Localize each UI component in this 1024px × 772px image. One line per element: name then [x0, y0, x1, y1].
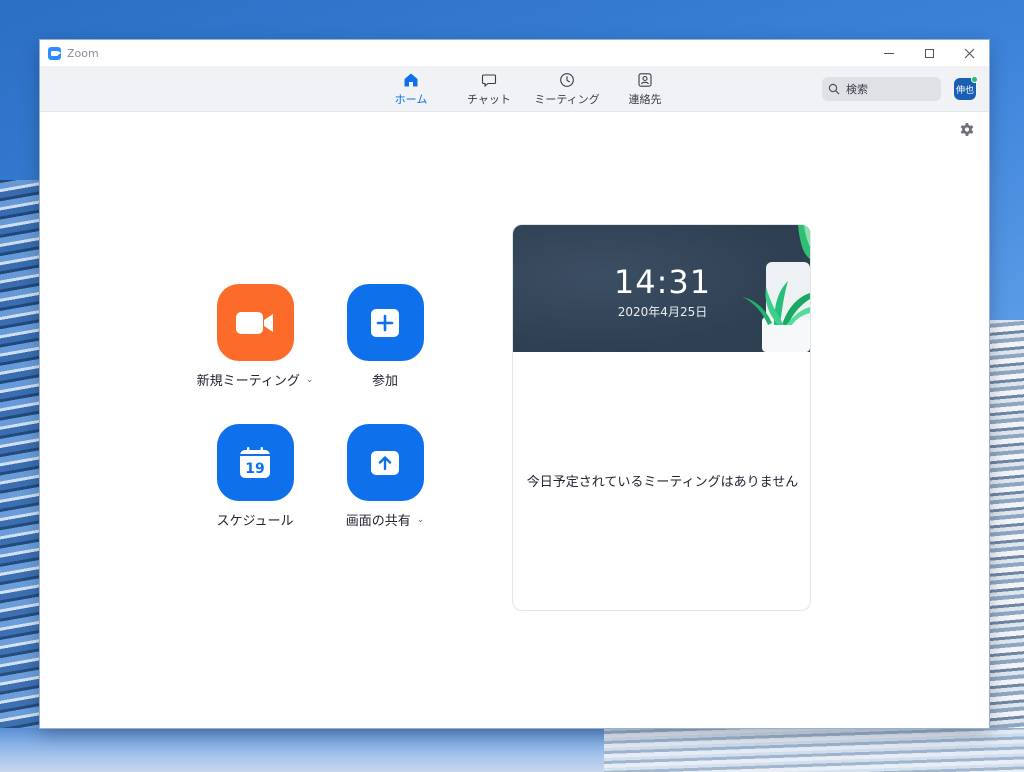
minimize-button[interactable]: [869, 40, 909, 66]
clock-icon: [560, 72, 574, 87]
zoom-window: Zoom ホーム チャット ミーティング 連絡先 検索 伸也 新規ミーティング …: [40, 40, 989, 728]
top-toolbar: ホーム チャット ミーティング 連絡先 検索 伸也: [40, 66, 989, 112]
tab-home-label: ホーム: [394, 92, 428, 106]
chevron-down-icon[interactable]: ⌄: [417, 515, 425, 525]
tab-chat-label: チャット: [467, 92, 511, 106]
search-input[interactable]: [846, 82, 936, 96]
clock-header: 14:31 2020年4月25日: [513, 225, 810, 352]
tab-meetings[interactable]: ミーティング: [528, 66, 606, 112]
title-bar: Zoom: [40, 40, 989, 66]
share-screen-button[interactable]: [346, 424, 424, 501]
share-up-arrow-icon: [371, 450, 399, 475]
plant-illustration-icon: [742, 225, 810, 352]
tab-contacts-label: 連絡先: [628, 92, 662, 106]
home-icon: [404, 73, 418, 86]
new-meeting-label: 新規ミーティング: [196, 374, 300, 389]
avatar-initials: 伸也: [955, 85, 974, 96]
close-icon: [964, 48, 974, 58]
contacts-icon: [638, 72, 652, 87]
join-label: 参加: [371, 374, 398, 389]
upcoming-meetings-card: 14:31 2020年4月25日 今日予定されているミーティングはありません: [512, 224, 811, 611]
desktop-wallpaper-bottom-right: [604, 728, 1024, 772]
schedule-label: スケジュール: [216, 514, 294, 529]
search-icon: [828, 83, 840, 95]
user-avatar[interactable]: 伸也: [954, 76, 978, 100]
new-meeting-button[interactable]: [216, 284, 294, 361]
calendar-icon: 19: [240, 446, 270, 478]
desktop-wallpaper-right: [988, 320, 1024, 772]
online-status-dot: [971, 76, 978, 83]
plus-icon: [371, 308, 399, 337]
share-screen-action[interactable]: 画面の共有 ⌄: [320, 424, 450, 529]
window-title: Zoom: [67, 46, 99, 60]
tab-contacts[interactable]: 連絡先: [606, 66, 684, 112]
tab-meetings-label: ミーティング: [534, 92, 600, 106]
new-meeting-action[interactable]: 新規ミーティング ⌄: [190, 284, 320, 389]
settings-gear-icon[interactable]: [959, 122, 975, 138]
maximize-button[interactable]: [909, 40, 949, 66]
chevron-down-icon[interactable]: ⌄: [306, 375, 314, 385]
tab-home[interactable]: ホーム: [372, 66, 450, 112]
close-button[interactable]: [949, 40, 989, 66]
join-action[interactable]: 参加: [320, 284, 450, 389]
main-nav: ホーム チャット ミーティング 連絡先: [372, 66, 684, 112]
video-camera-icon: [236, 311, 273, 334]
schedule-button[interactable]: 19: [216, 424, 294, 501]
tab-chat[interactable]: チャット: [450, 66, 528, 112]
no-meetings-message: 今日予定されているミーティングはありません: [526, 475, 799, 490]
schedule-action[interactable]: 19 スケジュール: [190, 424, 320, 529]
chat-icon: [481, 73, 497, 87]
desktop-wallpaper-left: [0, 180, 40, 740]
zoom-logo-icon: [48, 46, 61, 60]
window-controls: [869, 40, 989, 66]
share-screen-label: 画面の共有: [345, 514, 411, 529]
join-button[interactable]: [346, 284, 424, 361]
calendar-day-number: 19: [245, 461, 264, 477]
search-box[interactable]: [822, 77, 941, 101]
